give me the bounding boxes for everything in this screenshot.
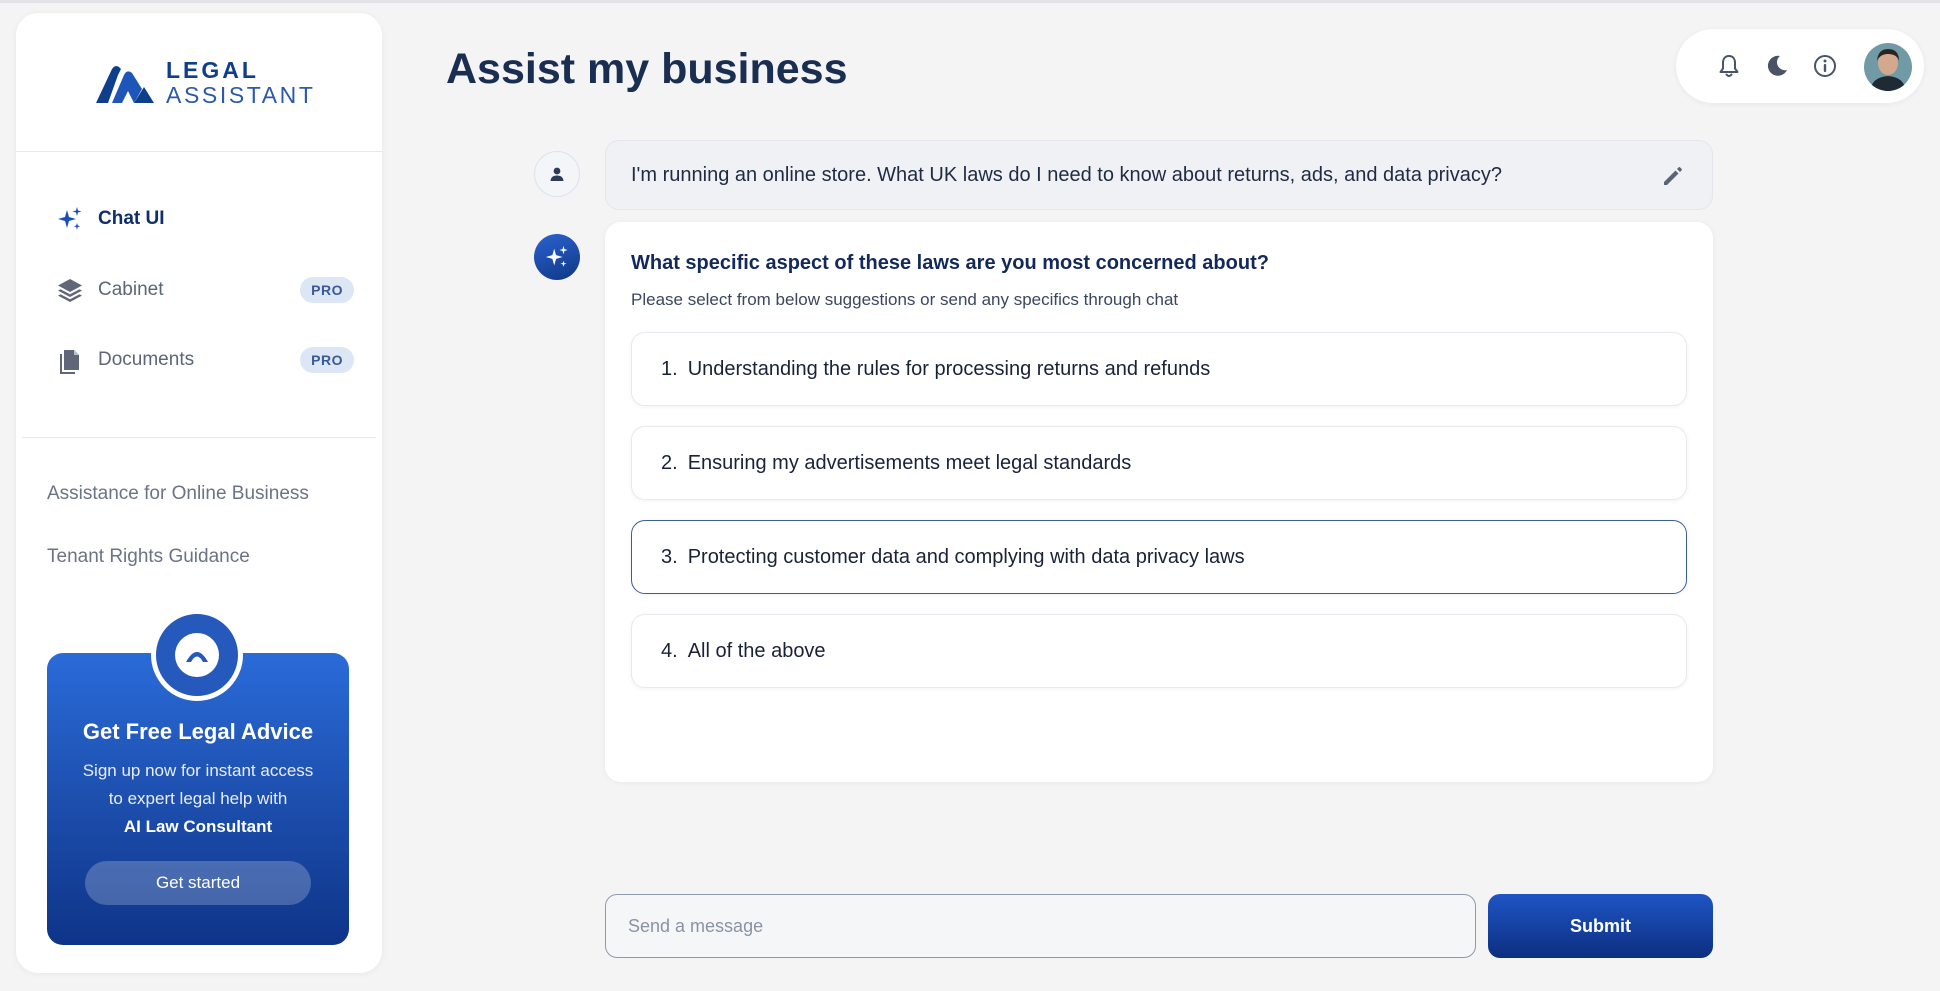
user-message-avatar [534,151,580,197]
sidebar: LEGAL ASSISTANT Chat UI Cabinet PRO Docu… [16,13,382,973]
document-icon [60,350,79,374]
moon-icon[interactable] [1764,53,1790,79]
layers-icon [58,279,82,302]
app-logo[interactable]: LEGAL ASSISTANT [94,59,316,107]
sparkles-icon [58,207,82,230]
assistant-avatar [534,234,580,280]
sidebar-item-label: Documents [98,349,195,370]
option-text: Ensuring my advertisements meet legal st… [687,451,1132,474]
user-message: I'm running an online store. What UK law… [605,140,1713,210]
sidebar-divider [22,437,376,438]
assistant-subtitle: Please select from below suggestions or … [631,290,1179,309]
suggestion-option[interactable]: 4. All of the above [631,614,1687,688]
sidebar-item-label: Chat UI [98,208,165,229]
user-avatar[interactable] [1864,43,1912,91]
history-item[interactable]: Assistance for Online Business [47,483,309,505]
history-item[interactable]: Tenant Rights Guidance [47,546,250,568]
option-number: 1. [661,357,678,380]
pencil-icon[interactable] [1660,163,1686,189]
person-icon [550,167,564,181]
sidebar-item-label: Cabinet [98,279,164,300]
sparkles-icon [545,245,568,267]
sidebar-divider [16,151,382,152]
sidebar-item-cabinet[interactable]: Cabinet PRO [56,270,366,310]
get-started-button[interactable]: Get started [85,861,311,905]
suggestion-option-selected[interactable]: 3. Protecting customer data and complyin… [631,520,1687,594]
bell-icon[interactable] [1716,53,1742,79]
pro-badge: PRO [300,347,354,373]
option-number: 2. [661,451,678,474]
option-number: 3. [661,545,678,568]
option-number: 4. [661,639,678,662]
option-text: All of the above [687,639,826,662]
profile-photo [1864,43,1912,91]
submit-button[interactable]: Submit [1488,894,1713,958]
sidebar-item-chat-ui[interactable]: Chat UI [56,199,366,239]
option-text: Understanding the rules for processing r… [687,357,1211,380]
promo-card: Get Free Legal Advice Sign up now for in… [47,609,349,945]
top-actions-bar [1676,29,1924,103]
promo-text: Sign up now for instant access to expert… [82,761,314,836]
info-icon[interactable] [1812,53,1838,79]
assistant-message: What specific aspect of these laws are y… [605,222,1713,782]
sidebar-item-documents[interactable]: Documents PRO [56,340,366,380]
pro-badge: PRO [300,277,354,303]
logo-subtitle: ASSISTANT [166,82,316,108]
option-text: Protecting customer data and complying w… [687,545,1245,568]
logo-title: LEGAL [166,57,259,83]
suggestion-option[interactable]: 1. Understanding the rules for processin… [631,332,1687,406]
page-title: Assist my business [446,45,848,93]
logo-icon [96,66,154,103]
suggestion-option[interactable]: 2. Ensuring my advertisements meet legal… [631,426,1687,500]
promo-title: Get Free Legal Advice [82,719,314,744]
promo-logo [151,609,243,701]
message-input[interactable] [605,894,1476,958]
assistant-question: What specific aspect of these laws are y… [631,252,1269,274]
user-message-text: I'm running an online store. What UK law… [631,164,1502,186]
arch-icon [186,652,208,662]
